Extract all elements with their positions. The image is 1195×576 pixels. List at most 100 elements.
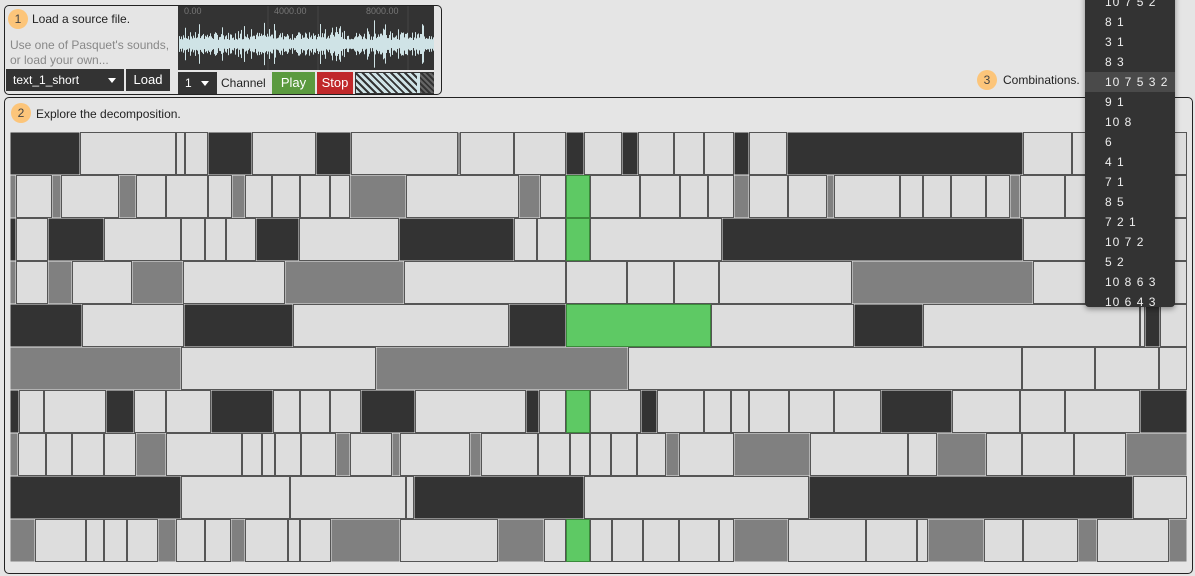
segment[interactable] [400, 519, 498, 562]
combination-option[interactable]: 7 2 1 [1085, 212, 1175, 232]
segment[interactable] [834, 390, 881, 433]
segment[interactable] [984, 519, 1023, 562]
channel-select[interactable]: 1 [178, 72, 217, 94]
segment[interactable] [350, 433, 392, 476]
segment[interactable] [734, 433, 810, 476]
segment[interactable] [285, 261, 404, 304]
segment[interactable] [330, 390, 361, 433]
segment[interactable] [48, 218, 104, 261]
segment[interactable] [986, 175, 1010, 218]
play-button[interactable]: Play [272, 72, 315, 94]
segment[interactable] [460, 132, 514, 175]
segment[interactable] [540, 175, 566, 218]
segment[interactable] [10, 175, 16, 218]
segment[interactable] [1097, 519, 1169, 562]
combinations-dropdown[interactable]: 10 7 5 28 13 18 3 10 7 5 3 29 1 10 864 17 … [1085, 0, 1175, 309]
segment[interactable] [1133, 476, 1187, 519]
segment[interactable] [590, 519, 612, 562]
segment[interactable] [854, 304, 923, 347]
segment[interactable] [810, 433, 908, 476]
segment[interactable] [226, 218, 256, 261]
segment[interactable] [749, 175, 788, 218]
segment[interactable] [538, 433, 570, 476]
segment[interactable] [132, 261, 183, 304]
segment[interactable] [293, 304, 509, 347]
segment[interactable] [590, 433, 611, 476]
segment[interactable] [1126, 433, 1187, 476]
segment[interactable] [704, 390, 731, 433]
segment[interactable] [509, 304, 566, 347]
segment[interactable] [252, 132, 316, 175]
segment[interactable] [731, 390, 749, 433]
segment[interactable] [514, 132, 566, 175]
segment[interactable] [211, 390, 273, 433]
segment[interactable] [290, 476, 406, 519]
segment[interactable] [708, 175, 734, 218]
segment[interactable] [711, 304, 854, 347]
segment[interactable] [404, 261, 566, 304]
segment[interactable] [1022, 433, 1074, 476]
segment[interactable] [10, 132, 80, 175]
segment[interactable] [566, 132, 584, 175]
segment[interactable] [46, 433, 72, 476]
segment[interactable] [1020, 175, 1065, 218]
segment[interactable] [181, 347, 376, 390]
segment[interactable] [1023, 519, 1078, 562]
segment[interactable] [928, 519, 984, 562]
segment[interactable] [183, 261, 285, 304]
segment[interactable] [10, 433, 18, 476]
selected-segment[interactable] [566, 390, 590, 433]
segment[interactable] [232, 175, 245, 218]
segment[interactable] [16, 218, 48, 261]
segment[interactable] [852, 261, 1033, 304]
segment[interactable] [674, 261, 719, 304]
segment[interactable] [584, 132, 622, 175]
segment[interactable] [10, 476, 181, 519]
segment[interactable] [316, 132, 351, 175]
segment[interactable] [1065, 390, 1140, 433]
segment[interactable] [351, 132, 458, 175]
segment[interactable] [414, 476, 584, 519]
segment[interactable] [136, 175, 166, 218]
segment[interactable] [300, 390, 330, 433]
combination-option[interactable]: 10 7 5 3 2 [1085, 72, 1175, 92]
segment[interactable] [336, 433, 350, 476]
segment[interactable] [44, 390, 106, 433]
segment[interactable] [406, 175, 519, 218]
selected-segment[interactable] [566, 175, 590, 218]
segment[interactable] [406, 476, 414, 519]
segment[interactable] [674, 132, 704, 175]
segment[interactable] [734, 132, 749, 175]
segment[interactable] [923, 175, 951, 218]
segment[interactable] [628, 347, 1022, 390]
combination-option[interactable]: 3 1 [1085, 32, 1175, 52]
segment[interactable] [300, 175, 330, 218]
segment[interactable] [704, 132, 734, 175]
segment[interactable] [544, 519, 566, 562]
segment[interactable] [622, 132, 638, 175]
segment[interactable] [275, 433, 301, 476]
segment[interactable] [16, 261, 48, 304]
segment[interactable] [1140, 390, 1187, 433]
segment[interactable] [208, 175, 232, 218]
segment[interactable] [590, 390, 641, 433]
combination-option[interactable]: 10 7 5 2 [1085, 0, 1175, 12]
selected-segment[interactable] [566, 218, 590, 261]
segment[interactable] [136, 433, 166, 476]
segment[interactable] [952, 390, 1020, 433]
source-file-select[interactable]: text_1_short [6, 69, 124, 91]
segment[interactable] [590, 218, 722, 261]
segment[interactable] [749, 132, 787, 175]
segment[interactable] [119, 175, 136, 218]
combination-option[interactable]: 4 1 [1085, 152, 1175, 172]
segment[interactable] [937, 433, 986, 476]
segment[interactable] [127, 519, 158, 562]
segment[interactable] [185, 132, 208, 175]
segment[interactable] [288, 519, 300, 562]
segment[interactable] [637, 433, 666, 476]
segment[interactable] [86, 519, 104, 562]
segment[interactable] [834, 175, 900, 218]
segment[interactable] [10, 390, 19, 433]
segment[interactable] [788, 519, 866, 562]
segment[interactable] [205, 519, 231, 562]
